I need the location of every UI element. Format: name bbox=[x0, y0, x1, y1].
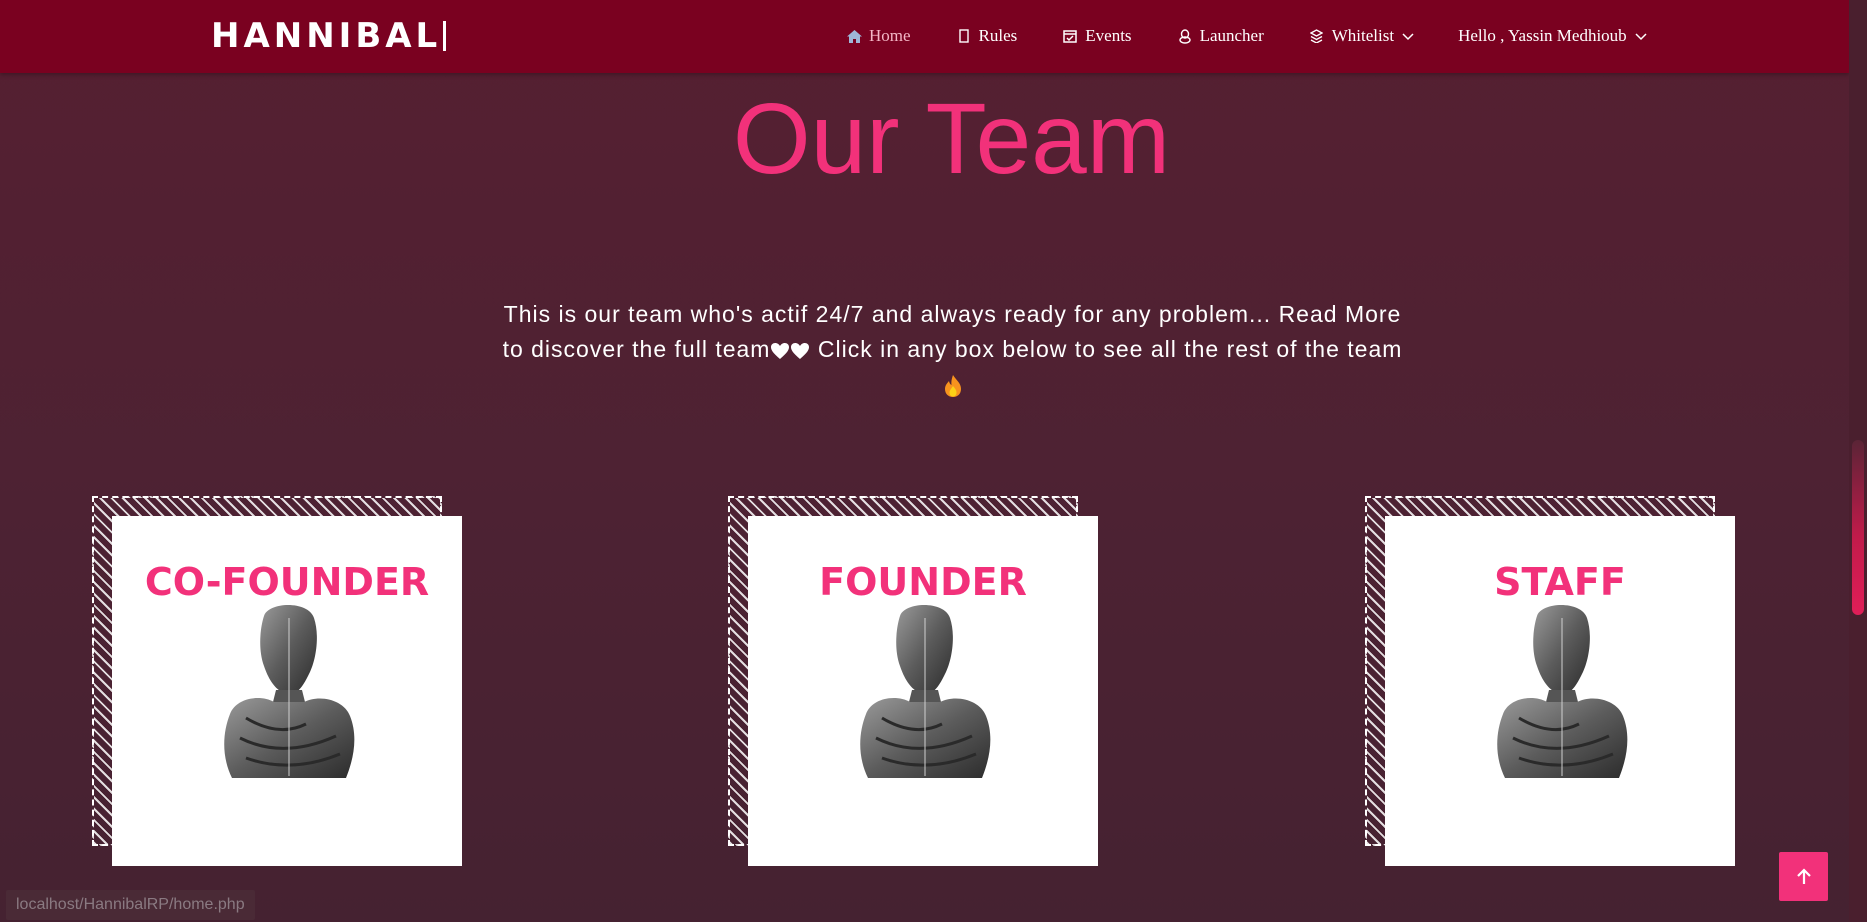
fire-icon bbox=[944, 373, 962, 408]
nav-item-events[interactable]: Events bbox=[1061, 26, 1132, 46]
chevron-down-icon bbox=[1402, 30, 1414, 42]
browser-status-url: localhost/HannibalRP/home.php bbox=[6, 890, 255, 920]
home-icon bbox=[845, 28, 863, 44]
stack-icon bbox=[1308, 28, 1326, 44]
nav-item-rules[interactable]: Rules bbox=[955, 26, 1017, 46]
book-icon bbox=[955, 28, 973, 44]
scrollbar-thumb[interactable] bbox=[1852, 440, 1864, 615]
nav-item-home[interactable]: Home bbox=[845, 26, 911, 46]
arrow-up-icon bbox=[1796, 867, 1811, 884]
user-menu[interactable]: Hello , Yassin Medhioub bbox=[1458, 26, 1647, 46]
card-body[interactable]: CO-FOUNDER bbox=[112, 516, 462, 866]
nav-item-launcher[interactable]: Launcher bbox=[1176, 26, 1264, 46]
hannibal-bust-icon bbox=[1497, 605, 1628, 778]
team-card-staff[interactable]: STAFF bbox=[1365, 496, 1735, 866]
white-heart-icon bbox=[770, 335, 790, 370]
navbar: HANNIBAL Home Rules Events Launcher Whit… bbox=[0, 0, 1849, 73]
hannibal-bust-icon bbox=[224, 605, 355, 778]
linux-icon bbox=[1176, 28, 1194, 44]
chevron-down-icon bbox=[1635, 30, 1647, 42]
nav-item-whitelist[interactable]: Whitelist bbox=[1308, 26, 1414, 46]
hannibal-bust-icon bbox=[860, 605, 991, 778]
card-body[interactable]: FOUNDER bbox=[748, 516, 1098, 866]
team-card-founder[interactable]: FOUNDER bbox=[728, 496, 1098, 866]
card-body[interactable]: STAFF bbox=[1385, 516, 1735, 866]
main-nav: Home Rules Events Launcher Whitelist Hel… bbox=[845, 26, 1691, 46]
page-title: Our Team bbox=[732, 83, 1171, 195]
back-to-top-button[interactable] bbox=[1779, 852, 1828, 901]
brand-logo[interactable]: HANNIBAL bbox=[211, 16, 447, 56]
white-heart-icon bbox=[790, 335, 810, 370]
team-intro-text: This is our team who's actif 24/7 and al… bbox=[490, 297, 1415, 408]
team-card-co-founder[interactable]: CO-FOUNDER bbox=[92, 496, 462, 866]
typing-cursor bbox=[443, 21, 447, 51]
calendar-check-icon bbox=[1061, 28, 1079, 44]
